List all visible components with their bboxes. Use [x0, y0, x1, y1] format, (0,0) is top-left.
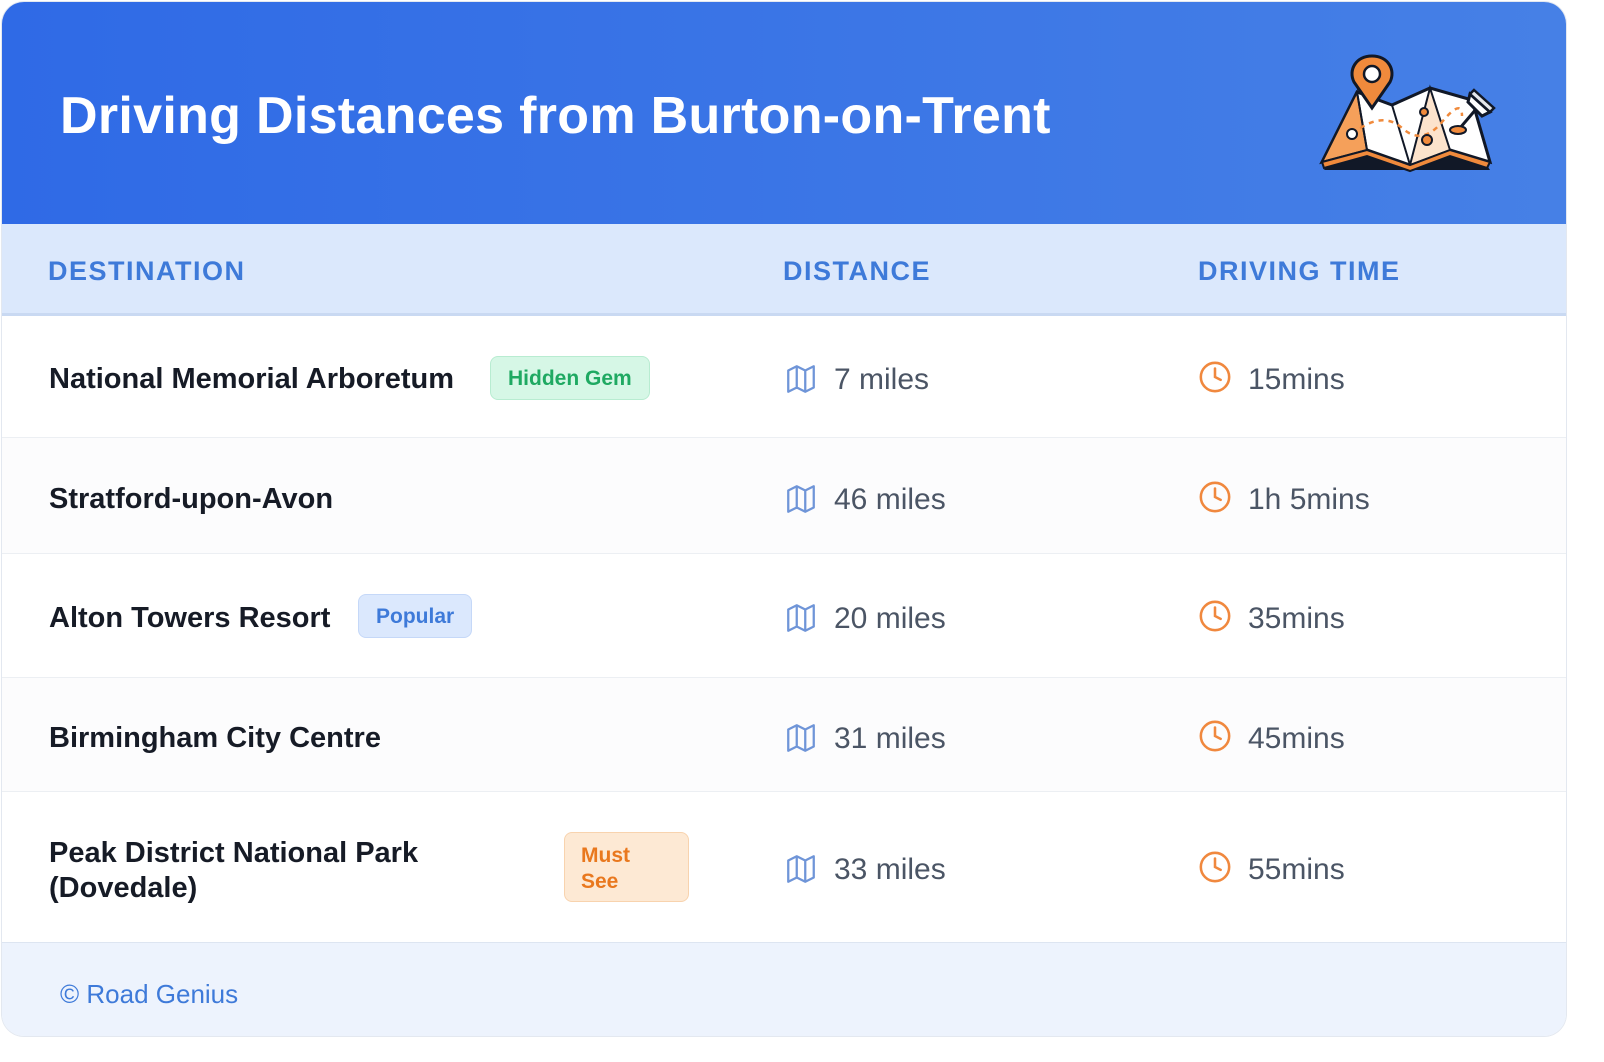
- destination-name: National Memorial Arboretum: [49, 363, 454, 395]
- destination-name: Stratford-upon-Avon: [49, 483, 334, 515]
- destination-name: Peak District National Park (Dovedale): [49, 837, 419, 904]
- driving-time-value: 15mins: [1248, 363, 1345, 396]
- distance-value: 31 miles: [834, 722, 946, 755]
- map-icon: [787, 855, 815, 883]
- distance-value: 7 miles: [834, 363, 930, 396]
- clock-icon: [1199, 481, 1231, 513]
- table-row: Alton Towers Resort Popular 20 miles 35m…: [2, 554, 1566, 678]
- clock-icon: [1199, 851, 1231, 883]
- hidden-gem-badge: Hidden Gem: [490, 356, 650, 400]
- popular-badge: Popular: [358, 594, 473, 638]
- page-title: Driving Distances from Burton-on-Trent: [60, 87, 1051, 145]
- table-header: DESTINATION DISTANCE DRIVING TIME: [2, 224, 1566, 316]
- driving-time-value: 35mins: [1248, 602, 1345, 635]
- clock-icon: [1199, 720, 1231, 752]
- clock-icon: [1199, 361, 1231, 393]
- distances-card: Driving Distances from Burton-on-Trent D…: [2, 2, 1566, 1036]
- destination-name: Alton Towers Resort: [49, 602, 331, 634]
- distance-value: 33 miles: [834, 853, 946, 886]
- map-icon: [787, 604, 815, 632]
- table-row: Peak District National Park (Dovedale) M…: [2, 792, 1566, 942]
- map-icon: [787, 724, 815, 752]
- map-icon: [787, 365, 815, 393]
- map-icon: [787, 485, 815, 513]
- table-row: Birmingham City Centre 31 miles 45mins: [2, 678, 1566, 792]
- clock-icon: [1199, 600, 1231, 632]
- column-header-driving-time: DRIVING TIME: [1198, 256, 1401, 286]
- driving-time-value: 55mins: [1248, 853, 1345, 886]
- distance-value: 46 miles: [834, 483, 946, 516]
- column-header-destination: DESTINATION: [48, 256, 246, 286]
- footer: © Road Genius: [2, 942, 1566, 1036]
- column-header-distance: DISTANCE: [783, 256, 932, 286]
- header-banner: Driving Distances from Burton-on-Trent: [2, 2, 1566, 224]
- destination-name: Birmingham City Centre: [49, 722, 381, 754]
- map-with-pins-icon: [1319, 54, 1496, 173]
- distance-value: 20 miles: [834, 602, 946, 635]
- driving-time-value: 1h 5mins: [1248, 483, 1370, 516]
- driving-time-value: 45mins: [1248, 722, 1345, 755]
- table-row: National Memorial Arboretum Hidden Gem 7…: [2, 316, 1566, 438]
- footer-credit: © Road Genius: [60, 979, 239, 1009]
- table-row: Stratford-upon-Avon 46 miles 1h 5mins: [2, 438, 1566, 554]
- must-see-badge: Must See: [564, 832, 689, 902]
